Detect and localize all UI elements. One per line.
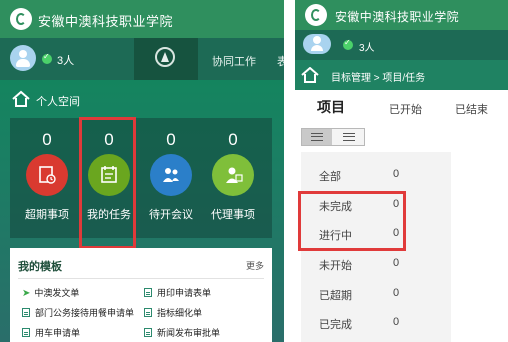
template-item-label: 部门公务接待用餐申请单 bbox=[35, 308, 135, 318]
template-item-label: 用印申请表单 bbox=[157, 288, 212, 298]
grid-view-icon bbox=[311, 133, 323, 141]
project-tabs: 项目 已开始 已结束 bbox=[295, 94, 508, 120]
avatar[interactable] bbox=[10, 45, 36, 71]
app-header: 安徽中澳科技职业学院 bbox=[295, 0, 508, 30]
list-view-icon[interactable] bbox=[343, 133, 355, 141]
school-logo-icon bbox=[10, 8, 32, 30]
personal-space-label: 个人空间 bbox=[36, 96, 80, 108]
template-item[interactable]: 用车申请单 bbox=[22, 326, 80, 339]
templates-title: 我的模板 bbox=[18, 261, 62, 273]
overdue-icon bbox=[26, 154, 68, 196]
highlight-my-tasks bbox=[79, 117, 136, 249]
breadcrumb: 目标管理 > 项目/任务 bbox=[295, 60, 508, 90]
filter-all-count: 0 bbox=[393, 168, 400, 180]
divider bbox=[18, 278, 264, 279]
overdue-label: 超期事项 bbox=[25, 209, 69, 221]
filter-all[interactable]: 全部 bbox=[319, 168, 341, 184]
app-title: 安徽中澳科技职业学院 bbox=[38, 14, 174, 29]
templates-card: 我的模板 更多 ➤ 中澳发文单 用印申请表单 部门公务接待用餐申请单 指标细化单 … bbox=[10, 248, 272, 342]
mobile-project-screen: 安徽中澳科技职业学院 3人 目标管理 > 项目/任务 项目 已开始 已结束 全部… bbox=[295, 0, 508, 342]
leaf-icon: ➤ bbox=[22, 288, 31, 299]
filter-completed[interactable]: 已完成 bbox=[319, 316, 352, 332]
highlight-incomplete-in-progress bbox=[298, 191, 406, 251]
template-item[interactable]: ➤ 中澳发文单 bbox=[22, 286, 79, 299]
templates-more-link[interactable]: 更多 bbox=[246, 259, 264, 272]
form-icon bbox=[144, 308, 152, 317]
home-icon[interactable] bbox=[301, 67, 319, 83]
filter-overdue-count: 0 bbox=[393, 287, 400, 299]
view-toggle[interactable] bbox=[301, 128, 365, 146]
template-item[interactable]: 用印申请表单 bbox=[144, 286, 211, 299]
mobile-home-screen: 安徽中澳科技职业学院 3人 协同工作 表 个人空间 0 超期事项 0 我的任务 bbox=[0, 0, 284, 342]
online-status-icon bbox=[343, 38, 353, 50]
navigation-icon[interactable] bbox=[155, 47, 175, 67]
overdue-count: 0 bbox=[42, 130, 52, 149]
nav-collab-work[interactable]: 协同工作 bbox=[212, 53, 256, 69]
online-count: 3人 bbox=[57, 55, 75, 67]
stat-proxy-items[interactable]: 0 代理事项 bbox=[202, 118, 264, 238]
proxy-icon bbox=[212, 154, 254, 196]
breadcrumb-text[interactable]: 目标管理 > 项目/任务 bbox=[331, 69, 425, 84]
avatar[interactable] bbox=[303, 34, 331, 54]
meetings-label: 待开会议 bbox=[149, 209, 193, 221]
template-item-label: 新闻发布审批单 bbox=[157, 328, 221, 338]
form-icon bbox=[22, 328, 30, 337]
online-count: 3人 bbox=[359, 43, 375, 54]
form-icon bbox=[22, 308, 30, 317]
filter-overdue[interactable]: 已超期 bbox=[319, 287, 352, 303]
template-item-label: 指标细化单 bbox=[157, 308, 203, 318]
school-logo-icon bbox=[305, 4, 327, 26]
stat-pending-meetings[interactable]: 0 待开会议 bbox=[140, 118, 202, 238]
template-item-label: 中澳发文单 bbox=[34, 288, 80, 298]
proxy-count: 0 bbox=[228, 130, 238, 149]
template-item[interactable]: 指标细化单 bbox=[144, 306, 202, 319]
filter-not-started-count: 0 bbox=[393, 257, 400, 269]
home-icon bbox=[12, 90, 30, 107]
app-header: 安徽中澳科技职业学院 bbox=[0, 0, 284, 38]
template-item[interactable]: 部门公务接待用餐申请单 bbox=[22, 306, 134, 319]
user-bar: 3人 bbox=[295, 30, 508, 60]
online-status-icon bbox=[42, 52, 52, 64]
tab-ended[interactable]: 已结束 bbox=[455, 101, 488, 117]
form-icon bbox=[144, 328, 152, 337]
app-title: 安徽中澳科技职业学院 bbox=[335, 10, 460, 24]
personal-space-header: 个人空间 bbox=[0, 88, 284, 112]
nav-forms-partial[interactable]: 表 bbox=[277, 53, 284, 69]
meetings-count: 0 bbox=[166, 130, 176, 149]
filter-not-started[interactable]: 未开始 bbox=[319, 257, 352, 273]
panel-divider bbox=[284, 0, 295, 342]
template-item[interactable]: 新闻发布审批单 bbox=[144, 326, 220, 339]
template-item-label: 用车申请单 bbox=[35, 328, 81, 338]
stats-panel: 0 超期事项 0 我的任务 0 待开会议 0 代理事项 bbox=[10, 118, 272, 238]
tab-started[interactable]: 已开始 bbox=[389, 101, 422, 117]
meeting-icon bbox=[150, 154, 192, 196]
stat-overdue[interactable]: 0 超期事项 bbox=[16, 118, 78, 238]
tab-project[interactable]: 项目 bbox=[317, 97, 345, 117]
form-icon bbox=[144, 288, 152, 297]
filter-completed-count: 0 bbox=[393, 316, 400, 328]
proxy-label: 代理事项 bbox=[211, 209, 255, 221]
